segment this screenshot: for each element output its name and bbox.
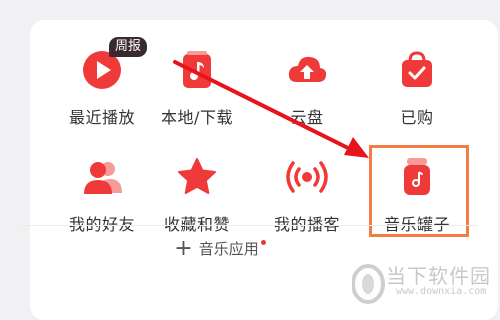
tile-label: 我的播客 (273, 215, 340, 234)
music-note-icon (183, 51, 211, 88)
watermark-text: 当下软件园 (386, 264, 491, 288)
tile-cloud-drive[interactable]: 云盘 (252, 48, 362, 148)
friends-icon (84, 162, 122, 194)
tile-local-download[interactable]: 本地/下载 (142, 48, 252, 148)
cloud-upload-icon (288, 56, 327, 82)
tile-label: 我的好友 (68, 215, 135, 234)
plus-icon: + (174, 235, 193, 261)
tile-purchased[interactable]: 已购 (362, 48, 472, 148)
tile-label: 收藏和赞 (163, 215, 230, 234)
tile-label: 云盘 (290, 108, 324, 127)
tile-recent-play[interactable]: 周报 最近播放 (47, 37, 157, 148)
tile-label: 已购 (400, 108, 434, 127)
notification-dot (260, 240, 266, 245)
watermark-url: www.downxia.com (396, 286, 487, 297)
purchased-bag-icon (402, 51, 432, 87)
divider (22, 225, 478, 226)
music-apps-entry[interactable]: + 音乐应用 (0, 235, 470, 261)
star-icon (178, 158, 216, 194)
music-jar-highlight-box (369, 145, 469, 237)
tile-label: 本地/下载 (161, 108, 233, 127)
music-apps-label: 音乐应用 (198, 240, 259, 258)
broadcast-icon (286, 161, 328, 193)
tile-label: 最近播放 (68, 108, 135, 127)
